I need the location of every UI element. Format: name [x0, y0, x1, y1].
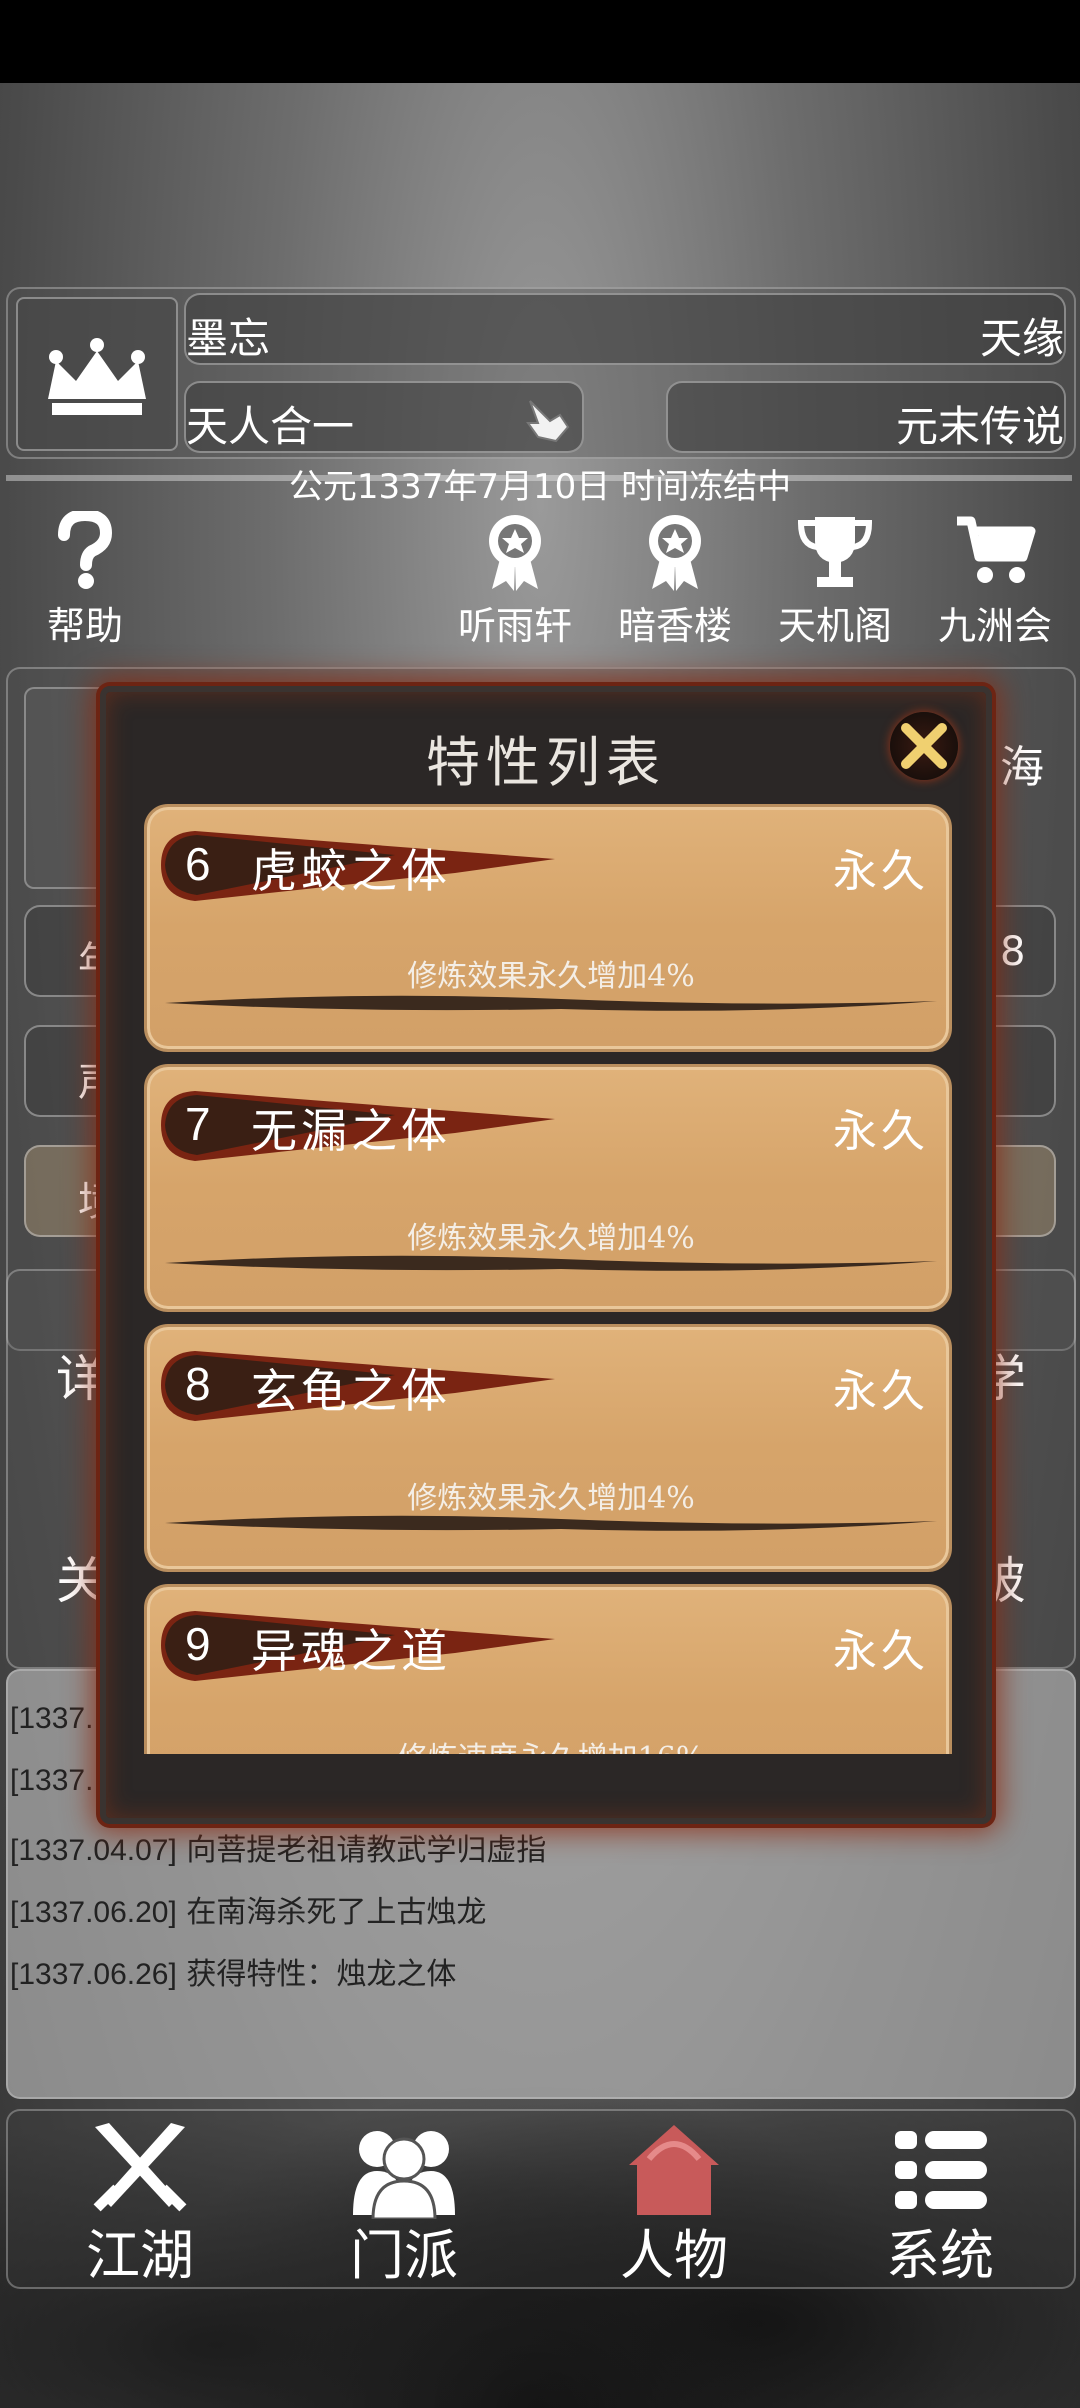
trait-number: 6: [185, 838, 211, 890]
trait-list-modal: 特性列表 6 虎蛟之体 永久 修炼效果永久增加4% 7 无漏之体 永久 修炼效果…: [100, 686, 992, 1824]
cart-icon: [957, 516, 1036, 583]
ink-line-decoration: [165, 995, 937, 1011]
trait-name: 虎蛟之体: [251, 844, 451, 898]
menu-tingyuxuan[interactable]: 听雨轩: [440, 511, 590, 650]
nav-xitong-label: 系统: [886, 2224, 994, 2287]
ink-line-decoration: [165, 1255, 937, 1271]
close-icon: [901, 723, 947, 769]
log-partial-1: [1337.: [10, 1702, 94, 1735]
medal-icon: [489, 515, 541, 591]
trait-description: 修炼速度永久增加16%: [147, 1733, 952, 1754]
trophy-icon: [797, 517, 873, 587]
tab-left-2[interactable]: 关: [56, 1541, 106, 1613]
tap-hand-icon: [526, 400, 570, 443]
trait-card: 9 异魂之道 永久 修炼速度永久增加16%: [144, 1584, 952, 1754]
trait-number: 7: [185, 1098, 211, 1150]
date-status: 公元1337年7月10日 时间冻结中: [288, 467, 792, 507]
log-entry: [1337.06.26] 获得特性：烛龙之体: [10, 1957, 457, 1992]
crossed-swords-icon: [93, 2123, 187, 2212]
trait-duration: 永久: [833, 846, 929, 897]
trait-name: 无漏之体: [251, 1104, 451, 1158]
avatar[interactable]: [16, 297, 178, 451]
group-icon: [353, 2131, 455, 2219]
trait-duration: 永久: [833, 1106, 929, 1157]
trait-card: 7 无漏之体 永久 修炼效果永久增加4%: [144, 1064, 952, 1312]
house-icon: [629, 2125, 719, 2215]
title-label: 元末传说: [895, 402, 1064, 451]
crown-icon: [48, 338, 146, 415]
menu-help-label: 帮助: [46, 604, 123, 648]
modal-title: 特性列表: [426, 731, 666, 794]
question-icon: [58, 511, 113, 589]
list-icon: [895, 2131, 987, 2209]
bg-row-1-value: 8: [1000, 929, 1026, 975]
trait-duration: 永久: [833, 1366, 929, 1417]
menu-help[interactable]: 帮助: [10, 511, 160, 650]
nav-xitong[interactable]: 系统: [840, 2119, 1040, 2290]
nav-menpai[interactable]: 门派: [304, 2119, 504, 2290]
menu-anxianglou[interactable]: 暗香楼: [600, 511, 750, 650]
menu-tianjige-label: 天机阁: [777, 604, 892, 648]
ink-line-decoration: [165, 1515, 937, 1531]
bg-right-top: 海: [1000, 742, 1044, 793]
player-fate: 天缘: [979, 314, 1064, 363]
log-entry: [1337.06.20] 在南海杀死了上古烛龙: [10, 1895, 487, 1930]
trait-card: 8 玄龟之体 永久 修炼效果永久增加4%: [144, 1324, 952, 1572]
menu-jiuzhouhui[interactable]: 九洲会: [920, 511, 1070, 650]
trait-list[interactable]: 6 虎蛟之体 永久 修炼效果永久增加4% 7 无漏之体 永久 修炼效果永久增加4…: [144, 804, 952, 1754]
nav-renwu[interactable]: 人物: [574, 2119, 774, 2290]
trait-name: 异魂之道: [251, 1624, 451, 1678]
menu-jiuzhouhui-label: 九洲会: [937, 604, 1052, 648]
trait-duration: 永久: [833, 1626, 929, 1677]
menu-anxianglou-label: 暗香楼: [617, 604, 732, 648]
menu-tingyuxuan-label: 听雨轩: [457, 604, 572, 648]
trait-number: 9: [185, 1618, 211, 1670]
close-button[interactable]: [890, 712, 958, 780]
menu-tianjige[interactable]: 天机阁: [760, 511, 910, 650]
nav-renwu-label: 人物: [620, 2224, 728, 2287]
nav-jianghu[interactable]: 江湖: [40, 2119, 240, 2290]
skill-label: 天人合一: [186, 402, 355, 451]
trait-name: 玄龟之体: [251, 1364, 451, 1418]
player-name: 墨忘: [186, 314, 271, 363]
log-partial-2: [1337.: [10, 1764, 94, 1797]
trait-number: 8: [185, 1358, 211, 1410]
log-entry: [1337.04.07] 向菩提老祖请教武学归虚指: [10, 1833, 547, 1868]
tab-left-1[interactable]: 详: [56, 1339, 106, 1411]
name-row: [184, 293, 1066, 365]
nav-menpai-label: 门派: [350, 2224, 458, 2287]
nav-jianghu-label: 江湖: [86, 2224, 194, 2287]
medal-icon: [649, 515, 701, 591]
trait-card: 6 虎蛟之体 永久 修炼效果永久增加4%: [144, 804, 952, 1052]
